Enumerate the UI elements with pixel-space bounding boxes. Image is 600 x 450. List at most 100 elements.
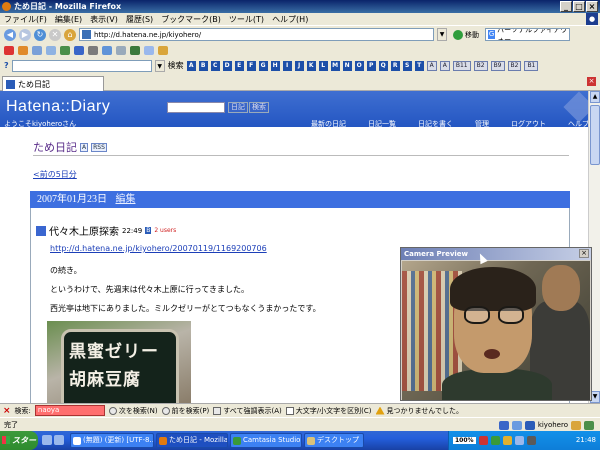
- web-search-box[interactable]: G パーソナルファイアウォー...: [485, 28, 570, 41]
- tray-icon[interactable]: [478, 436, 488, 445]
- window-title-bar[interactable]: ため日記 - Mozilla Firefox _ □ ×: [0, 0, 600, 13]
- start-button[interactable]: スタート: [0, 431, 38, 450]
- letter-button[interactable]: C: [210, 60, 220, 71]
- forward-icon[interactable]: ▶: [19, 28, 31, 41]
- scroll-up-icon[interactable]: ▲: [590, 91, 600, 103]
- clock[interactable]: 21:48: [576, 431, 596, 450]
- reload-icon[interactable]: ↻: [34, 28, 46, 41]
- menu-edit[interactable]: 編集(E): [55, 14, 82, 25]
- find-input[interactable]: naoya: [34, 405, 105, 416]
- status-ext-icon[interactable]: [498, 420, 509, 430]
- status-ext-icon[interactable]: [571, 420, 581, 430]
- find-next-button[interactable]: 次を検索(N): [108, 406, 158, 416]
- nav-latest[interactable]: 最新の日記: [311, 119, 346, 128]
- back-icon[interactable]: ◀: [4, 28, 16, 41]
- toolbar-search-input[interactable]: [11, 59, 152, 72]
- highlight-all-button[interactable]: すべて強調表示(A): [213, 406, 282, 416]
- letter-button[interactable]: J: [294, 60, 304, 71]
- letter-button[interactable]: E: [234, 60, 244, 71]
- prev-5-days-link[interactable]: <前の5日分: [33, 169, 77, 180]
- toolbar-option-button[interactable]: B2: [507, 60, 522, 71]
- entry-title-text[interactable]: 代々木上原探索: [49, 223, 119, 238]
- rss-badge[interactable]: RSS: [91, 142, 107, 152]
- tray-icon[interactable]: [526, 436, 536, 445]
- task-firefox[interactable]: ため日記 - Mozilla Fi...: [156, 433, 228, 448]
- toolbar-search-label[interactable]: 検索: [168, 60, 184, 71]
- letter-button[interactable]: O: [354, 60, 364, 71]
- toolbar-option-button[interactable]: A: [439, 60, 450, 71]
- letter-button[interactable]: G: [258, 60, 268, 71]
- menu-help[interactable]: ヘルプ(H): [272, 14, 308, 25]
- zoom-indicator[interactable]: 100%: [453, 437, 476, 444]
- task-editor[interactable]: (無題) (更新) [UTF-8...: [70, 433, 154, 448]
- match-case-checkbox[interactable]: 大文字/小文字を区別(C): [285, 406, 372, 416]
- bookmark-badge[interactable]: B: [145, 227, 152, 234]
- check-ext-icon[interactable]: [130, 45, 140, 55]
- menu-tools[interactable]: ツール(T): [229, 14, 264, 25]
- nav-admin[interactable]: 管理: [475, 119, 489, 128]
- status-username[interactable]: kiyohero: [538, 421, 568, 429]
- letter-button[interactable]: K: [306, 60, 316, 71]
- letter-button[interactable]: D: [222, 60, 232, 71]
- tray-icon[interactable]: [502, 436, 512, 445]
- edit-link[interactable]: 編集: [116, 194, 136, 205]
- find-close-icon[interactable]: ×: [3, 406, 11, 416]
- search-engine-icon[interactable]: G: [488, 30, 496, 39]
- nav-write[interactable]: 日記を書く: [418, 119, 453, 128]
- diary-title-text[interactable]: ため日記: [33, 139, 77, 155]
- misc-ext-icon[interactable]: [116, 45, 126, 55]
- info-ext-icon[interactable]: [74, 45, 84, 55]
- hatena-user-icon[interactable]: [524, 420, 535, 430]
- note-ext-icon[interactable]: [102, 45, 112, 55]
- nav-list[interactable]: 日記一覧: [368, 119, 396, 128]
- quicklaunch-icon[interactable]: [54, 435, 64, 445]
- home-icon[interactable]: ⌂: [64, 28, 76, 41]
- camera-preview-title[interactable]: Camera Preview: [401, 248, 591, 260]
- tool-ext-icon[interactable]: [60, 45, 70, 55]
- letter-button[interactable]: P: [366, 60, 376, 71]
- hatena-search-diary-button[interactable]: 日記: [228, 102, 248, 113]
- letter-button[interactable]: F: [246, 60, 256, 71]
- hatena-search-button[interactable]: 検索: [249, 102, 269, 113]
- letter-button[interactable]: I: [282, 60, 292, 71]
- letter-button[interactable]: M: [330, 60, 340, 71]
- hatena-logo[interactable]: Hatena::Diary: [6, 98, 110, 116]
- letter-button[interactable]: R: [390, 60, 400, 71]
- stop-ext-icon[interactable]: [4, 45, 14, 55]
- key-ext-icon[interactable]: [158, 45, 168, 55]
- entry-link[interactable]: http://d.hatena.ne.jp/kiyohero/20070119/…: [50, 244, 267, 253]
- toolbar-option-button[interactable]: A: [426, 60, 437, 71]
- status-ext-icon[interactable]: [511, 420, 522, 430]
- match-case-box[interactable]: [285, 406, 294, 415]
- find-prev-button[interactable]: 前を検索(P): [161, 406, 209, 416]
- nav-logout[interactable]: ログアウト: [511, 119, 546, 128]
- letter-button[interactable]: B: [198, 60, 208, 71]
- letter-button[interactable]: T: [414, 60, 424, 71]
- menu-file[interactable]: ファイル(F): [4, 14, 47, 25]
- quicklaunch-icon[interactable]: [42, 435, 52, 445]
- status-ext-icon[interactable]: [584, 420, 594, 430]
- go-button[interactable]: 移動: [450, 29, 482, 40]
- tray-icon[interactable]: [490, 436, 500, 445]
- letter-button[interactable]: Q: [378, 60, 388, 71]
- toolbar-option-button[interactable]: B9: [490, 60, 505, 71]
- task-camtasia[interactable]: Camtasia Studio - U...: [230, 433, 302, 448]
- nav-help[interactable]: ヘルプ: [568, 119, 589, 128]
- url-bar[interactable]: http://d.hatena.ne.jp/kiyohero/: [79, 28, 434, 41]
- bookmark-users-badge[interactable]: 2 users: [154, 227, 176, 234]
- minimize-button[interactable]: _: [560, 1, 572, 12]
- entry-date[interactable]: 2007年01月23日: [37, 194, 107, 205]
- letter-button[interactable]: H: [270, 60, 280, 71]
- gear-ext-icon[interactable]: [88, 45, 98, 55]
- letter-button[interactable]: L: [318, 60, 328, 71]
- antenna-badge[interactable]: A: [80, 142, 89, 152]
- bookmark-ext-icon[interactable]: [18, 45, 28, 55]
- letter-button[interactable]: N: [342, 60, 352, 71]
- camera-close-button[interactable]: ×: [579, 249, 589, 258]
- maximize-button[interactable]: □: [573, 1, 585, 12]
- toolbar-option-button[interactable]: B2: [473, 60, 488, 71]
- window-ext-icon[interactable]: [46, 45, 56, 55]
- stop-icon[interactable]: ✕: [49, 28, 61, 41]
- letter-button[interactable]: S: [402, 60, 412, 71]
- menu-bookmarks[interactable]: ブックマーク(B): [161, 14, 221, 25]
